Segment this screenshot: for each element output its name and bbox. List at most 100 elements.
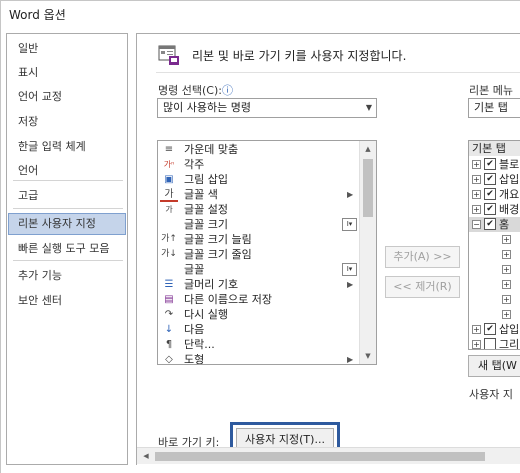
customize-ribbon-icon [158,45,179,65]
nav-divider [13,260,123,261]
checkbox-checked-icon[interactable]: ✔ [484,203,496,215]
list-item[interactable]: 글꼴 크기 I▾ [158,217,358,232]
tree-child-node[interactable]: + [469,277,520,292]
font-size-icon [160,217,178,232]
grow-font-icon: 가↑ [161,234,177,244]
options-nav: 일반 표시 언어 교정 저장 한글 입력 체계 언어 고급 리본 사용자 지정 … [6,33,128,465]
nav-item-quick-access-toolbar[interactable]: 빠른 실행 도구 모음 [8,238,126,260]
expand-icon[interactable]: + [472,340,481,349]
nav-item-korean-input[interactable]: 한글 입력 체계 [8,136,126,158]
nav-item-language[interactable]: 언어 [8,160,126,182]
list-item[interactable]: ▤ 다른 이름으로 저장 [158,292,358,307]
checkbox-checked-icon[interactable]: ✔ [484,188,496,200]
scroll-down-icon[interactable]: ▼ [360,348,376,364]
submenu-arrow-icon: ▶ [347,190,354,199]
shrink-font-icon: 가↓ [161,249,177,259]
ribbon-tree[interactable]: 기본 탭 + ✔ 블로 + ✔ 삽입 + ✔ 개요 + ✔ 배경 − ✔ 홈 +… [468,140,520,350]
expand-icon[interactable]: + [502,235,511,244]
checkbox-checked-icon[interactable]: ✔ [484,158,496,170]
list-item[interactable]: 가ⁿ 각주 [158,157,358,172]
tree-child-node[interactable]: + [469,292,520,307]
expand-icon[interactable]: + [502,250,511,259]
redo-icon: ↷ [164,309,174,320]
nav-item-add-ins[interactable]: 추가 기능 [8,265,126,287]
checkbox-checked-icon[interactable]: ✔ [484,323,496,335]
horizontal-scrollbar[interactable]: ◀ [137,447,520,464]
scroll-thumb[interactable] [363,159,373,217]
expand-icon[interactable]: + [472,190,481,199]
insert-picture-icon: ▣ [164,174,174,185]
nav-item-save[interactable]: 저장 [8,111,126,133]
list-item[interactable]: 가↑ 글꼴 크기 늘림 [158,232,358,247]
choose-commands-select[interactable]: 많이 사용하는 명령 ▼ [157,98,377,118]
expand-icon[interactable]: + [502,265,511,274]
list-item[interactable]: 가↓ 글꼴 크기 줄임 [158,247,358,262]
expand-icon[interactable]: + [472,205,481,214]
tree-node[interactable]: + 그리 [469,337,520,349]
font-settings-icon: 가 [165,205,173,214]
tree-node[interactable]: + ✔ 배경 [469,202,520,217]
list-item[interactable]: ↓ 다음 [158,322,358,337]
expand-icon[interactable]: + [472,175,481,184]
footnote-icon: 가ⁿ [163,160,175,169]
tree-child-node[interactable]: + [469,232,520,247]
nav-item-trust-center[interactable]: 보안 센터 [8,290,126,312]
command-list[interactable]: ≡ 가운데 맞춤 가ⁿ 각주 ▣ 그림 삽입 가 글꼴 색 ▶ 가 글꼴 설정 … [157,140,377,365]
combo-box-icon: I▾ [342,263,357,276]
expand-icon[interactable]: + [472,160,481,169]
checkbox-checked-icon[interactable]: ✔ [484,173,496,185]
add-button[interactable]: 추가(A) >> [385,246,460,268]
list-item[interactable]: 글꼴 I▾ [158,262,358,277]
checkbox-checked-icon[interactable]: ✔ [484,218,496,230]
expand-icon[interactable]: + [502,295,511,304]
customizations-label: 사용자 지 [469,388,513,401]
nav-divider [13,180,123,181]
collapse-icon[interactable]: − [472,220,481,229]
list-item[interactable]: ≡ 가운데 맞춤 [158,142,358,157]
list-item[interactable]: 가 글꼴 색 ▶ [158,187,358,202]
nav-item-advanced[interactable]: 고급 [8,185,126,207]
choose-commands-label: 명령 선택(C):ⓘ [158,84,233,97]
shapes-icon: ◇ [165,354,173,365]
tree-node[interactable]: + ✔ 개요 [469,187,520,202]
list-item[interactable]: ¶ 단락... [158,337,358,352]
tree-child-node[interactable]: + [469,307,520,322]
nav-item-customize-ribbon[interactable]: 리본 사용자 지정 [8,213,126,235]
list-item[interactable]: ◇ 도형 ▶ [158,352,358,365]
tree-node-selected[interactable]: − ✔ 홈 [469,217,520,232]
nav-divider [13,208,123,209]
checkbox-unchecked-icon[interactable] [484,338,496,349]
list-item[interactable]: 가 글꼴 설정 [158,202,358,217]
tree-node[interactable]: + ✔ 삽입 [469,322,520,337]
command-list-scrollbar[interactable]: ▲ ▼ [359,141,376,364]
bullets-icon: ☰ [164,279,174,290]
list-item[interactable]: ▣ 그림 삽입 [158,172,358,187]
nav-item-display[interactable]: 표시 [8,62,126,84]
ribbon-tabs-select[interactable]: 기본 탭 [468,98,520,118]
expand-icon[interactable]: + [472,325,481,334]
scroll-up-icon[interactable]: ▲ [360,141,376,157]
new-tab-button[interactable]: 새 탭(W [468,355,520,377]
scroll-thumb[interactable] [155,452,485,461]
submenu-arrow-icon: ▶ [347,355,354,364]
command-list-overflow [157,365,357,395]
list-item[interactable]: ☰ 글머리 기호 ▶ [158,277,358,292]
scroll-left-icon[interactable]: ◀ [139,448,153,464]
next-icon: ↓ [164,324,174,335]
expand-icon[interactable]: + [502,280,511,289]
nav-item-general[interactable]: 일반 [8,38,126,60]
header-divider [156,72,520,73]
tree-child-node[interactable]: + [469,262,520,277]
tree-node[interactable]: + ✔ 블로 [469,157,520,172]
choose-commands-value: 많이 사용하는 명령 [163,101,251,114]
expand-icon[interactable]: + [502,310,511,319]
chevron-down-icon: ▼ [365,103,372,112]
tree-child-node[interactable]: + [469,247,520,262]
font-icon [160,262,178,277]
window-title: Word 옵션 [9,8,66,22]
remove-button[interactable]: << 제거(R) [385,276,460,298]
nav-item-proofing[interactable]: 언어 교정 [8,86,126,108]
tree-node[interactable]: + ✔ 삽입 [469,172,520,187]
list-item[interactable]: ↷ 다시 실행 [158,307,358,322]
save-as-icon: ▤ [164,294,174,305]
